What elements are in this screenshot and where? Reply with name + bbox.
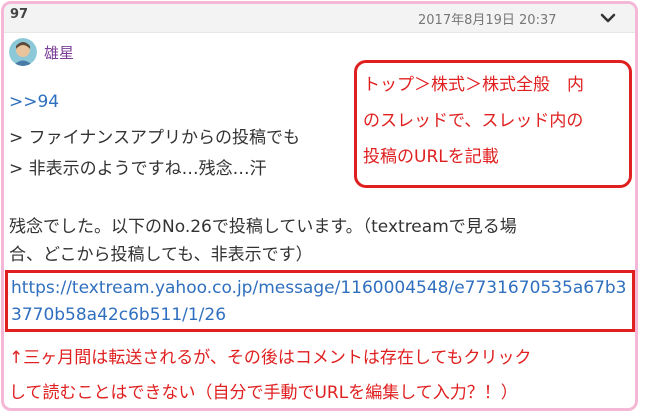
user-avatar-icon[interactable] bbox=[9, 38, 37, 66]
annotation-callout: トップ＞株式＞株式全般 内 のスレッドで、スレッド内の 投稿のURLを記載 bbox=[354, 60, 632, 188]
chevron-down-icon[interactable] bbox=[596, 8, 620, 28]
post-header: 97 2017年8月19日 20:37 bbox=[4, 4, 635, 33]
reply-reference: >>94 bbox=[9, 92, 59, 112]
annotation-note-line: して読むことはできない（自分で手動でURLを編集して入力？！） bbox=[9, 383, 518, 403]
quote-line: > ファイナンスアプリからの投稿でも bbox=[9, 128, 300, 148]
username-link[interactable]: 雄星 bbox=[44, 42, 74, 63]
quote-line: > 非表示のようですね…残念…汗 bbox=[9, 159, 267, 179]
reply-link[interactable]: >>94 bbox=[9, 92, 59, 112]
annotation-note-line: ↑三ヶ月間は転送されるが、その後はコメントは存在してもクリック bbox=[9, 348, 532, 368]
url-highlight-box: https://textream.yahoo.co.jp/message/116… bbox=[5, 270, 635, 332]
post-number: 97 bbox=[10, 7, 29, 22]
post-url-link[interactable]: https://textream.yahoo.co.jp/message/116… bbox=[11, 275, 631, 329]
callout-line: トップ＞株式＞株式全般 内 bbox=[363, 75, 584, 95]
callout-line: のスレッドで、スレッド内の bbox=[363, 111, 584, 131]
body-line: 合、どこから投稿しても、非表示です） bbox=[9, 245, 313, 265]
post-date: 2017年8月19日 20:37 bbox=[418, 13, 557, 28]
body-line: 残念でした。以下のNo.26で投稿しています。（textreamで見る場 bbox=[9, 217, 517, 237]
callout-line: 投稿のURLを記載 bbox=[363, 147, 499, 167]
post-card: 97 2017年8月19日 20:37 雄星 >>94 > ファイナンスアプリか… bbox=[1, 1, 638, 411]
